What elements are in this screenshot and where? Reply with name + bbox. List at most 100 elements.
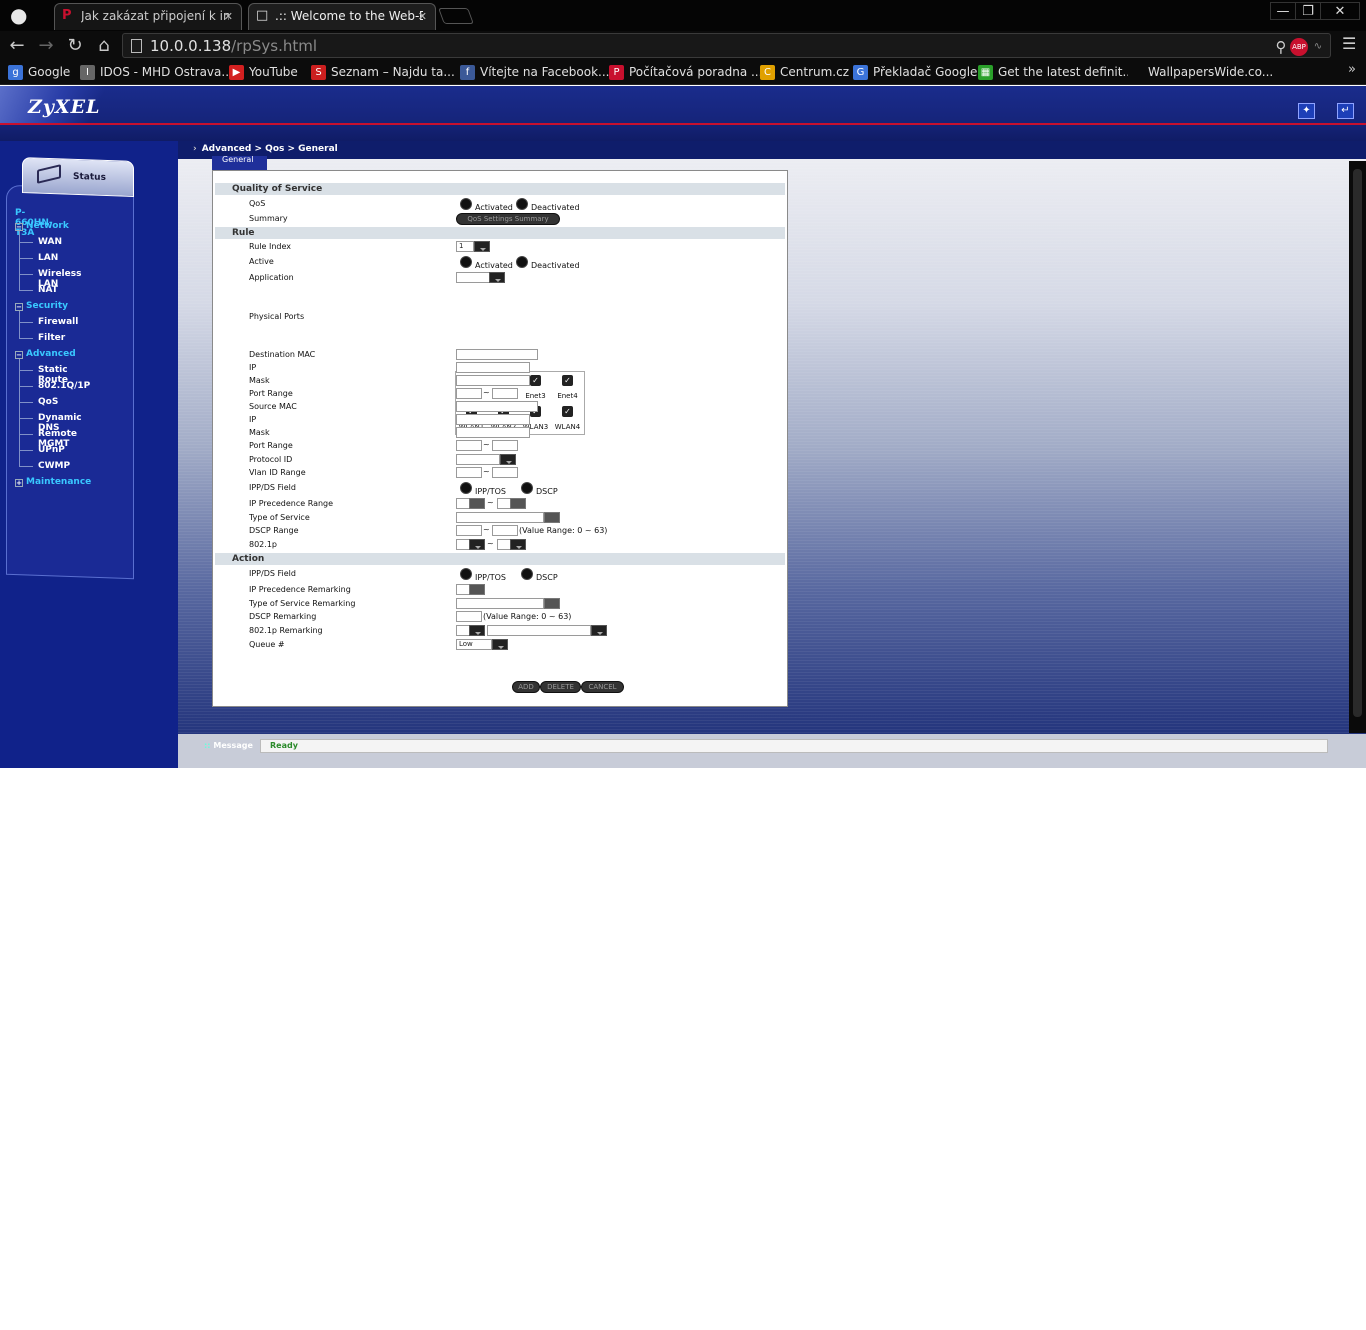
sidebar-item-wan[interactable]: WAN [38, 237, 62, 247]
tab-router[interactable]: □ .:: Welcome to the Web-B ✕ [248, 3, 436, 30]
ipp-tos-radio[interactable] [460, 482, 472, 494]
destination-ip-input[interactable] [456, 362, 530, 373]
queue-select[interactable]: Low [456, 639, 492, 650]
bookmark-centrum[interactable]: C Centrum.cz [760, 63, 849, 82]
sidebar-item-802-1q-1p[interactable]: 802.1Q/1P [38, 381, 90, 391]
bookmark-facebook[interactable]: f Vítejte na Facebook... [460, 63, 609, 82]
new-tab-button[interactable] [438, 8, 474, 24]
port-checkbox-enet4[interactable]: ✓ [562, 375, 573, 386]
source-mask-input[interactable] [456, 427, 530, 438]
tos-remarking-dropdown-icon[interactable] [544, 598, 560, 609]
rule-index-dropdown-icon[interactable] [474, 241, 490, 252]
action-dscp-radio[interactable] [521, 568, 533, 580]
destination-mac-input[interactable] [456, 349, 538, 360]
cancel-button[interactable]: CANCEL [581, 681, 624, 693]
protocol-id-dropdown-icon[interactable] [500, 454, 516, 465]
bookmark-idos[interactable]: I IDOS - MHD Ostrava... [80, 63, 233, 82]
dot1p-remarking-extra-select[interactable] [487, 625, 591, 636]
sidebar-item-firewall[interactable]: Firewall [38, 317, 78, 327]
bookmark-translate[interactable]: G Překladač Google [853, 63, 977, 82]
scrollbar-thumb[interactable] [1353, 169, 1362, 717]
bookmark-wallpaper[interactable]: WallpapersWide.co... [1128, 63, 1273, 82]
add-button[interactable]: ADD [512, 681, 540, 693]
dscp-radio[interactable] [521, 482, 533, 494]
browser-logo-icon[interactable]: ● [10, 3, 32, 27]
active-activated-radio[interactable] [460, 256, 472, 268]
back-icon[interactable]: ← [6, 35, 28, 57]
source-port-start-input[interactable] [456, 440, 482, 451]
ip-precedence-remarking-dropdown-icon[interactable] [469, 584, 485, 595]
vlan-id-start-input[interactable] [456, 467, 482, 478]
active-deactivated-radio[interactable] [516, 256, 528, 268]
expand-icon[interactable]: − [15, 223, 23, 231]
ip-precedence-end-select[interactable] [497, 498, 511, 509]
dot1p-end-dropdown-icon[interactable] [510, 539, 526, 550]
ip-precedence-start-dropdown-icon[interactable] [469, 498, 485, 509]
sidebar-item-upnp[interactable]: UPnP [38, 445, 65, 455]
source-mac-input[interactable] [456, 401, 538, 412]
destination-port-start-input[interactable] [456, 388, 482, 399]
tos-remarking-select[interactable] [456, 598, 544, 609]
sidebar-item-lan[interactable]: LAN [38, 253, 58, 263]
close-tab-icon[interactable]: ✕ [224, 4, 233, 29]
content-scrollbar[interactable] [1349, 161, 1366, 733]
address-bar[interactable]: 10.0.0.138/rpSys.html ⚲ ABP ∿ [122, 33, 1331, 58]
forward-icon[interactable]: → [35, 35, 57, 57]
sidebar-item-qos[interactable]: QoS [38, 397, 58, 407]
extension-icon[interactable]: ∿ [1309, 38, 1327, 56]
dot1p-remarking-extra-dropdown-icon[interactable] [591, 625, 607, 636]
home-icon[interactable]: ⌂ [93, 35, 115, 57]
source-port-end-input[interactable] [492, 440, 518, 451]
expand-icon[interactable]: + [15, 479, 23, 487]
nav-section-network[interactable]: − Network [15, 221, 69, 231]
logout-icon[interactable]: ↵ [1337, 103, 1354, 119]
vlan-id-end-input[interactable] [492, 467, 518, 478]
bookmark-youtube[interactable]: ▶ YouTube [229, 63, 298, 82]
qos-summary-button[interactable]: QoS Settings Summary [456, 213, 560, 225]
close-window-button[interactable]: ✕ [1320, 2, 1360, 20]
port-checkbox-enet3[interactable]: ✓ [530, 375, 541, 386]
expand-icon[interactable]: − [15, 351, 23, 359]
status-tab[interactable]: Status [22, 157, 134, 197]
bookmark-seznam[interactable]: S Seznam – Najdu ta... [311, 63, 455, 82]
qos-activated-radio[interactable] [460, 198, 472, 210]
ip-precedence-start-select[interactable] [456, 498, 470, 509]
application-select[interactable] [456, 272, 490, 283]
source-ip-input[interactable] [456, 414, 530, 425]
queue-dropdown-icon[interactable] [492, 639, 508, 650]
dot1p-start-select[interactable] [456, 539, 470, 550]
qos-deactivated-radio[interactable] [516, 198, 528, 210]
dot1p-end-select[interactable] [497, 539, 511, 550]
type-of-service-select[interactable] [456, 512, 544, 523]
sidebar-item-cwmp[interactable]: CWMP [38, 461, 70, 471]
bookmark-windows[interactable]: ▦ Get the latest definit... [978, 63, 1134, 82]
nav-section-maintenance[interactable]: + Maintenance [15, 477, 91, 487]
more-bookmarks-icon[interactable]: » [1348, 62, 1356, 77]
rule-index-select[interactable]: 1 [456, 241, 474, 252]
protocol-id-select[interactable] [456, 454, 500, 465]
port-checkbox-wlan4[interactable]: ✓ [562, 406, 573, 417]
destination-mask-input[interactable] [456, 375, 530, 386]
delete-button[interactable]: DELETE [540, 681, 581, 693]
adblock-icon[interactable]: ABP [1290, 38, 1308, 56]
dscp-remarking-input[interactable] [456, 611, 482, 622]
menu-icon[interactable]: ☰ [1342, 36, 1358, 52]
close-tab-icon[interactable]: ✕ [418, 4, 427, 29]
ip-precedence-end-dropdown-icon[interactable] [510, 498, 526, 509]
action-ipp-tos-radio[interactable] [460, 568, 472, 580]
application-dropdown-icon[interactable] [489, 272, 505, 283]
tab-pcporadna[interactable]: P Jak zakázat připojení k inte ✕ [54, 3, 242, 30]
reload-icon[interactable]: ↻ [64, 35, 86, 57]
type-of-service-dropdown-icon[interactable] [544, 512, 560, 523]
sidebar-item-filter[interactable]: Filter [38, 333, 65, 343]
bookmark-google[interactable]: g Google [8, 63, 70, 82]
zoom-icon[interactable]: ⚲ [1272, 38, 1290, 56]
nav-section-advanced[interactable]: − Advanced [15, 349, 76, 359]
restore-button[interactable]: ❐ [1295, 2, 1321, 20]
dscp-range-start-input[interactable] [456, 525, 482, 536]
dot1p-remarking-select[interactable] [456, 625, 470, 636]
wizard-icon[interactable]: ✦ [1298, 103, 1315, 119]
nav-section-security[interactable]: − Security [15, 301, 68, 311]
ip-precedence-remarking-select[interactable] [456, 584, 470, 595]
destination-port-end-input[interactable] [492, 388, 518, 399]
